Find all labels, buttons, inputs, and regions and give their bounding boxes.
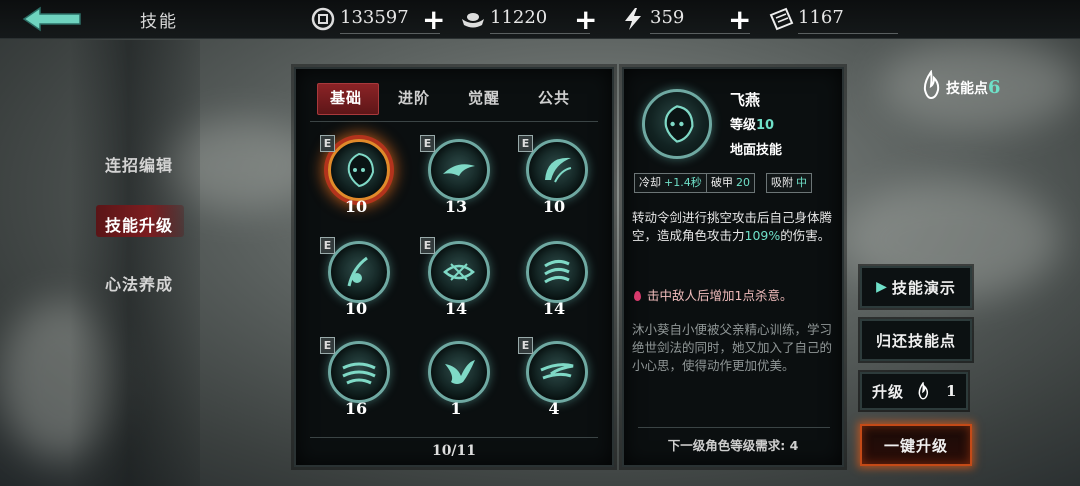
skill-lore: 沐小葵自小便被父亲精心训练，学习绝世剑法的同时，她又加入了自己的小心思，使得动作… (632, 322, 833, 373)
crescent-slash-icon (545, 157, 572, 183)
detail-skill-icon (642, 89, 712, 159)
play-icon: ▶ (876, 279, 888, 295)
skill-name: 飞燕 (730, 91, 761, 109)
skill-type: 地面技能 (730, 143, 783, 158)
tab-awaken[interactable]: 觉醒 (468, 87, 500, 108)
flame-icon (918, 382, 929, 400)
page-title: 技能 (140, 12, 178, 32)
skill-slot[interactable]: E 10 (514, 135, 594, 225)
add-ingot-button[interactable]: + (574, 3, 597, 36)
tab-basic[interactable]: 基础 (330, 87, 362, 108)
energy-bolt-icon (625, 8, 641, 30)
skill-slot[interactable]: E 10 (316, 135, 396, 225)
skill-tabs: 基础 进阶 觉醒 公共 (310, 83, 600, 115)
flame-icon (923, 70, 940, 100)
stat-cooldown: 冷却 +1.4秒 (634, 173, 707, 193)
top-bar: 技能 133597 + 11220 + 359 + 1167 (0, 0, 1080, 39)
page-indicator: 10/11 (431, 443, 477, 459)
reaper-hood-icon (664, 105, 694, 143)
sidebar-item-combo-edit[interactable]: 连招编辑 (105, 152, 173, 176)
back-arrow-icon (22, 6, 81, 32)
skill-grid-panel: 基础 进阶 觉醒 公共 E 10 E 13 E 10 E 10 E 14 14 … (294, 67, 614, 467)
upgrade-button[interactable]: 升级 1 (860, 372, 968, 410)
claw-strike-icon (544, 259, 570, 284)
equipped-badge: E (320, 237, 335, 254)
refund-points-button[interactable]: 归还技能点 (860, 319, 972, 361)
skill-slot[interactable]: E 13 (416, 135, 496, 225)
sidebar-background (70, 40, 200, 486)
skill-demo-button[interactable]: ▶ 技能演示 (860, 266, 972, 308)
silver-ingot-icon (462, 13, 484, 28)
equipped-badge: E (320, 337, 335, 354)
level-requirement: 下一级角色等级需求: 4 (667, 438, 799, 453)
wave-slash-icon (342, 362, 376, 385)
equipped-badge: E (518, 337, 533, 354)
skill-description: 转动令剑进行挑空攻击后自己身体腾空，造成角色攻击力109%的伤害。 (632, 210, 833, 243)
whirlwind-icon (443, 263, 475, 281)
reaper-hood-icon (347, 152, 375, 188)
sidebar-item-mind-training[interactable]: 心法养成 (105, 271, 173, 295)
skill-slot[interactable]: E 14 (416, 237, 496, 327)
equipped-badge: E (518, 135, 533, 152)
skill-detail-panel: 飞燕 等级10 地面技能 冷却 +1.4秒 破甲 20 吸附中 转动令剑进行挑空攻击… (622, 67, 844, 467)
stat-armor-break: 破甲 20 (706, 173, 755, 193)
skill-slot[interactable]: 1 (416, 337, 496, 427)
tab-common[interactable]: 公共 (538, 87, 570, 108)
eagle-icon (445, 360, 475, 384)
equipped-badge: E (320, 135, 335, 152)
equipped-badge: E (420, 237, 435, 254)
sidebar-item-skill-upgrade[interactable]: 技能升级 (105, 212, 173, 236)
equipped-badge: E (420, 135, 435, 152)
coin-icon (311, 7, 335, 31)
skill-slot[interactable]: 14 (514, 237, 594, 327)
wind-blade-icon (540, 363, 574, 380)
ticket-icon (769, 7, 794, 31)
skill-level: 等级10 (730, 118, 775, 133)
kill-intent-icon (634, 291, 641, 301)
skill-slot[interactable]: E 4 (514, 337, 594, 427)
skill-slot[interactable]: E 10 (316, 237, 396, 327)
one-click-upgrade-button[interactable]: 一键升级 (860, 424, 972, 466)
skill-bonus: 击中敌人后增加1点杀意。 (634, 285, 834, 304)
add-coin-button[interactable]: + (422, 3, 445, 36)
flying-swallow-icon (443, 164, 475, 176)
stat-absorb: 吸附中 (766, 173, 812, 193)
sword-dancer-icon (347, 256, 368, 287)
tab-advanced[interactable]: 进阶 (398, 87, 430, 108)
back-button[interactable] (20, 4, 86, 34)
add-energy-button[interactable]: + (728, 3, 751, 36)
skill-slot[interactable]: E 16 (316, 337, 396, 427)
